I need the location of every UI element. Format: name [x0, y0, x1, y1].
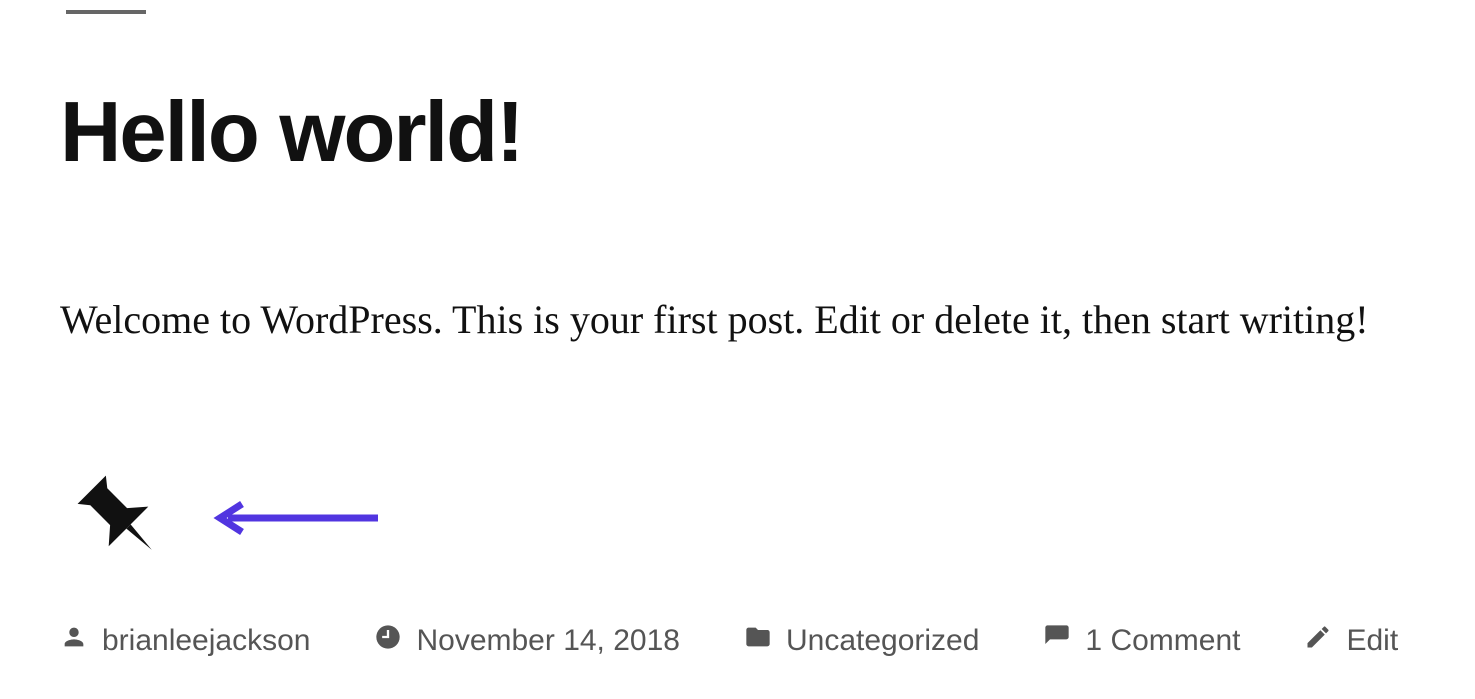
edit-link[interactable]: Edit: [1304, 623, 1398, 659]
comment-icon: [1043, 623, 1071, 659]
edit-label: Edit: [1346, 624, 1398, 658]
arrow-annotation: [210, 498, 380, 543]
category-link[interactable]: Uncategorized: [744, 623, 979, 659]
post-body: Welcome to WordPress. This is your first…: [60, 292, 1415, 348]
folder-icon: [744, 623, 772, 659]
title-divider: [66, 10, 146, 14]
date-link[interactable]: November 14, 2018: [374, 623, 680, 659]
clock-icon: [374, 623, 402, 659]
sticky-indicator-row: [70, 468, 1415, 573]
author-link[interactable]: brianleejackson: [60, 623, 310, 659]
post-date: November 14, 2018: [416, 624, 680, 658]
author-name: brianleejackson: [102, 624, 310, 658]
post-title[interactable]: Hello world!: [60, 84, 1415, 182]
pencil-icon: [1304, 623, 1332, 659]
person-icon: [60, 623, 88, 659]
category-name: Uncategorized: [786, 624, 979, 658]
comments-count: 1 Comment: [1085, 624, 1240, 658]
comments-link[interactable]: 1 Comment: [1043, 623, 1240, 659]
pin-icon: [70, 468, 170, 573]
post-meta: brianleejackson November 14, 2018 Uncate…: [60, 623, 1415, 659]
